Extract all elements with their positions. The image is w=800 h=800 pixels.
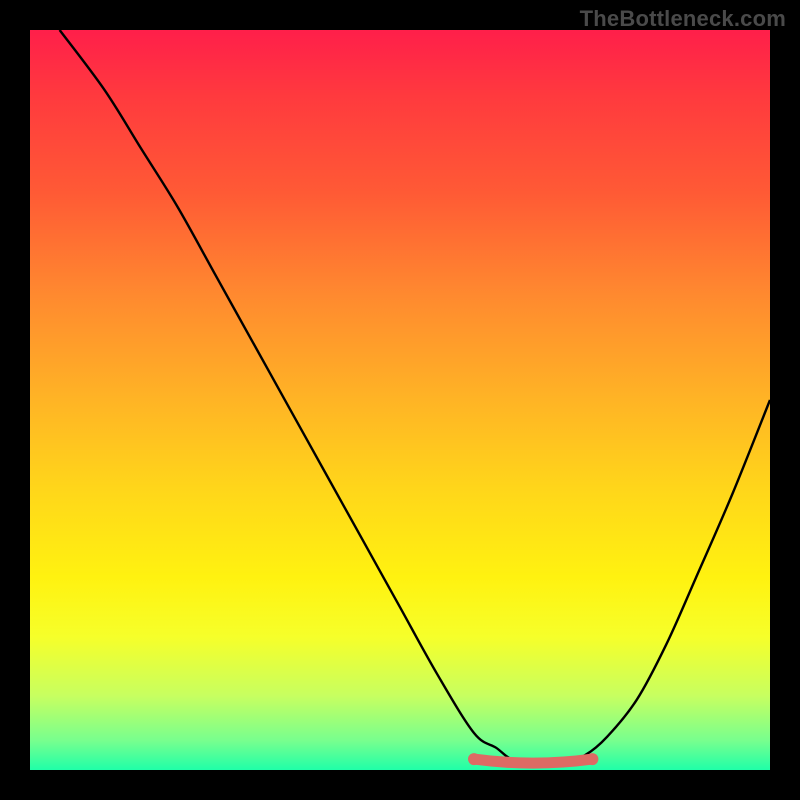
curve-layer	[30, 30, 770, 770]
bottleneck-curve	[60, 30, 770, 764]
min-highlight-dot-left	[468, 753, 480, 765]
min-highlight-segment	[474, 759, 592, 763]
watermark-text: TheBottleneck.com	[580, 6, 786, 32]
min-highlight-dot-right	[586, 753, 598, 765]
plot-area	[30, 30, 770, 770]
chart-stage: TheBottleneck.com	[0, 0, 800, 800]
